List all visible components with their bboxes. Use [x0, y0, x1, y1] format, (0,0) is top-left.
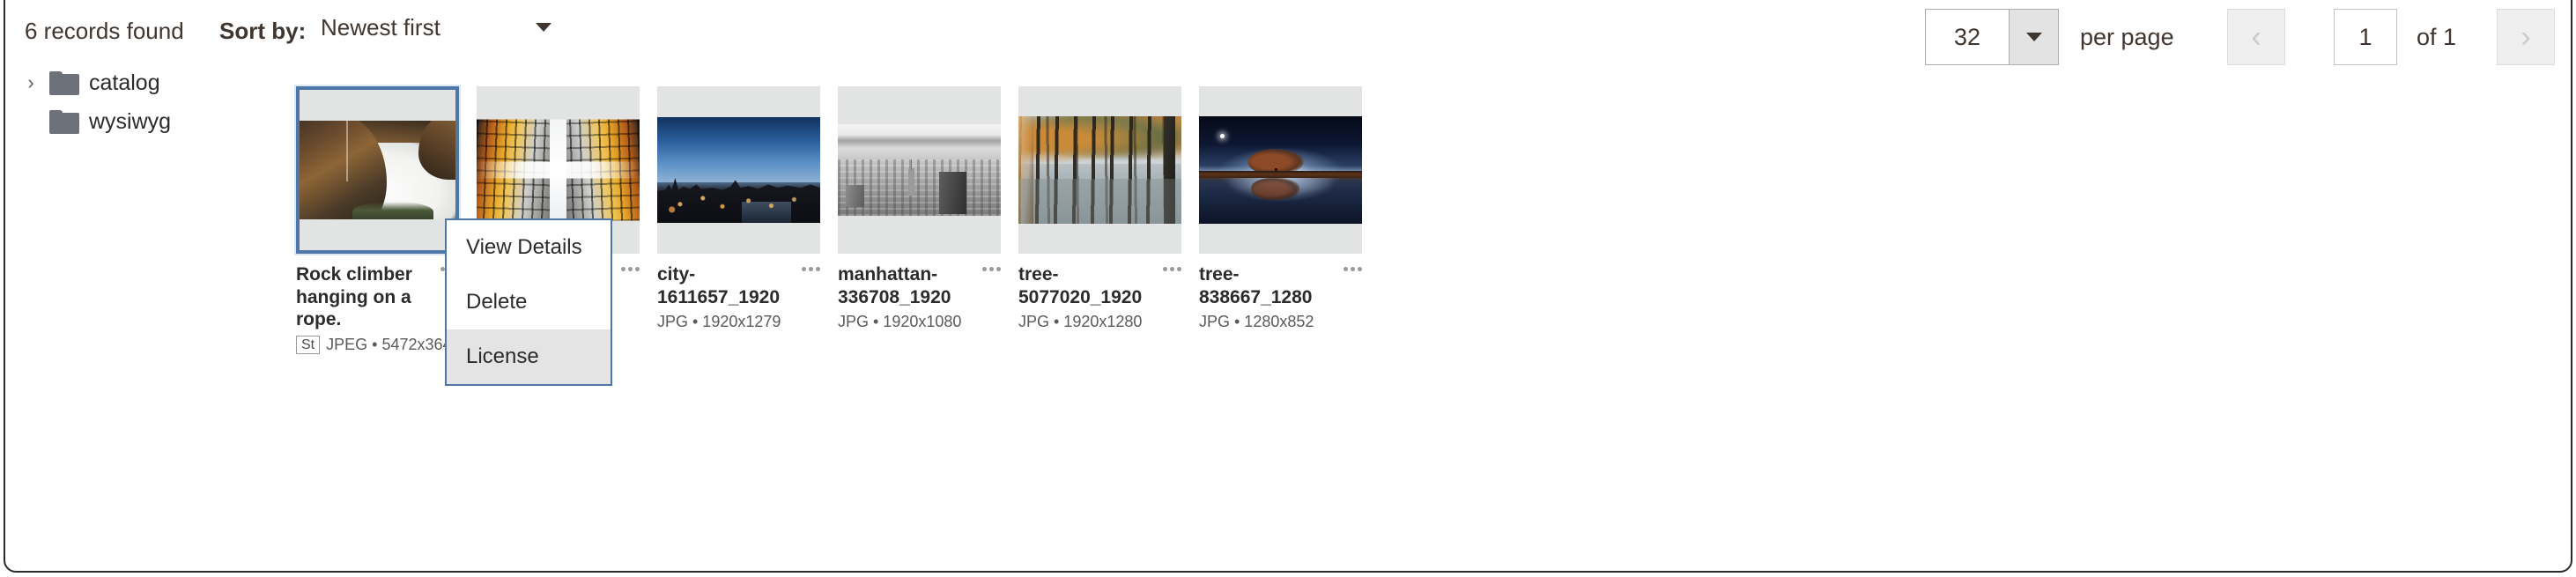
next-page-button[interactable]: ›	[2497, 9, 2556, 65]
thumbnail-image	[1199, 116, 1362, 224]
tile-title: tree-838667_1280	[1199, 264, 1313, 307]
tile-meta: JPG • 1920x1080	[838, 313, 974, 331]
tile-caption: tree-838667_1280 JPG • 1280x852	[1199, 263, 1362, 331]
tile-title: city-1611657_1920	[657, 264, 780, 307]
pagination-control: ‹ 1 of 1 ›	[2227, 9, 2556, 65]
per-page-label: per page	[2080, 23, 2174, 50]
per-page-select[interactable]: 32	[1925, 9, 2059, 65]
chevron-down-icon	[536, 23, 551, 32]
chevron-left-icon: ‹	[2251, 20, 2261, 54]
thumbnail-image	[1018, 116, 1181, 224]
thumbnail-image	[838, 124, 1001, 216]
tile-title: Rock climber hanging on a rope.	[296, 264, 412, 330]
gallery-toolbar: 6 records found Sort by: Newest first 32…	[0, 0, 2576, 65]
previous-page-button[interactable]: ‹	[2227, 9, 2285, 65]
thumbnail-frame[interactable]	[1018, 86, 1181, 254]
media-tile[interactable]: manhattan-336708_1920 JPG • 1920x1080	[838, 86, 1001, 331]
menu-item-delete[interactable]: Delete	[447, 275, 611, 329]
thumbnail-frame[interactable]	[838, 86, 1001, 254]
per-page-control: 32 per page	[1925, 9, 2174, 65]
tile-caption: Rock climber hanging on a rope. St JPEG …	[296, 263, 461, 355]
tile-caption: manhattan-336708_1920 JPG • 1920x1080	[838, 263, 1001, 331]
ellipsis-icon[interactable]	[982, 267, 1001, 271]
chevron-down-icon	[2025, 33, 2042, 41]
sort-by-value: Newest first	[321, 13, 440, 41]
folder-icon	[49, 70, 79, 95]
ellipsis-icon[interactable]	[1163, 267, 1181, 271]
folder-tree: › catalog wysiwyg	[0, 63, 282, 141]
sort-by-select[interactable]: Newest first	[317, 7, 562, 48]
sidebar-item-catalog[interactable]: › catalog	[0, 63, 282, 102]
media-tile[interactable]: city-1611657_1920 JPG • 1920x1279	[657, 86, 820, 331]
tile-meta: St JPEG • 5472x3648	[296, 335, 461, 355]
thumbnail-frame[interactable]	[657, 86, 820, 254]
per-page-dropdown-button[interactable]	[2009, 10, 2058, 64]
page-number-input[interactable]: 1	[2334, 9, 2397, 65]
menu-item-license[interactable]: License	[447, 329, 611, 384]
ellipsis-icon[interactable]	[621, 267, 640, 271]
chevron-right-icon[interactable]: ›	[19, 73, 42, 92]
tile-meta-text: JPG • 1280x852	[1199, 313, 1314, 331]
media-tile[interactable]: Rock climber hanging on a rope. St JPEG …	[296, 86, 461, 355]
thumbnail-frame[interactable]	[296, 86, 459, 254]
thumbnail-image	[300, 121, 455, 219]
per-page-value: 32	[1953, 23, 1981, 50]
media-tile[interactable]: tree-5077020_1920 JPG • 1920x1280	[1018, 86, 1181, 331]
tile-meta: JPG • 1280x852	[1199, 313, 1336, 331]
tile-title: tree-5077020_1920	[1018, 264, 1143, 307]
tile-meta-text: JPG • 1920x1080	[838, 313, 962, 331]
thumbnail-image	[477, 119, 640, 221]
media-tile[interactable]: tree-838667_1280 JPG • 1280x852	[1199, 86, 1362, 331]
tile-meta-text: JPG • 1920x1279	[657, 313, 781, 331]
menu-item-view-details[interactable]: View Details	[447, 220, 611, 275]
sidebar-item-label: catalog	[89, 70, 160, 95]
folder-icon	[49, 109, 79, 134]
media-gallery-panel: 6 records found Sort by: Newest first 32…	[0, 0, 2576, 577]
ellipsis-icon[interactable]	[802, 267, 820, 271]
thumbnail-image	[657, 117, 820, 223]
tile-meta: JPG • 1920x1280	[1018, 313, 1155, 331]
records-found-label: 6 records found	[25, 18, 184, 44]
tile-meta-text: JPG • 1920x1280	[1018, 313, 1143, 331]
context-menu: View Details Delete License	[445, 218, 612, 386]
page-total-label: of 1	[2417, 23, 2457, 50]
sidebar-item-wysiwyg[interactable]: wysiwyg	[0, 102, 282, 141]
thumbnail-frame[interactable]	[1199, 86, 1362, 254]
sidebar-item-label: wysiwyg	[89, 108, 172, 134]
chevron-right-icon: ›	[2520, 20, 2531, 54]
tile-title: manhattan-336708_1920	[838, 264, 951, 307]
tile-meta-text: JPEG • 5472x3648	[326, 336, 461, 354]
sort-by-label: Sort by:	[219, 18, 307, 44]
tile-caption: city-1611657_1920 JPG • 1920x1279	[657, 263, 820, 331]
tile-meta: JPG • 1920x1279	[657, 313, 794, 331]
status-badge: St	[296, 335, 321, 355]
tile-caption: tree-5077020_1920 JPG • 1920x1280	[1018, 263, 1181, 331]
ellipsis-icon[interactable]	[1344, 267, 1362, 271]
